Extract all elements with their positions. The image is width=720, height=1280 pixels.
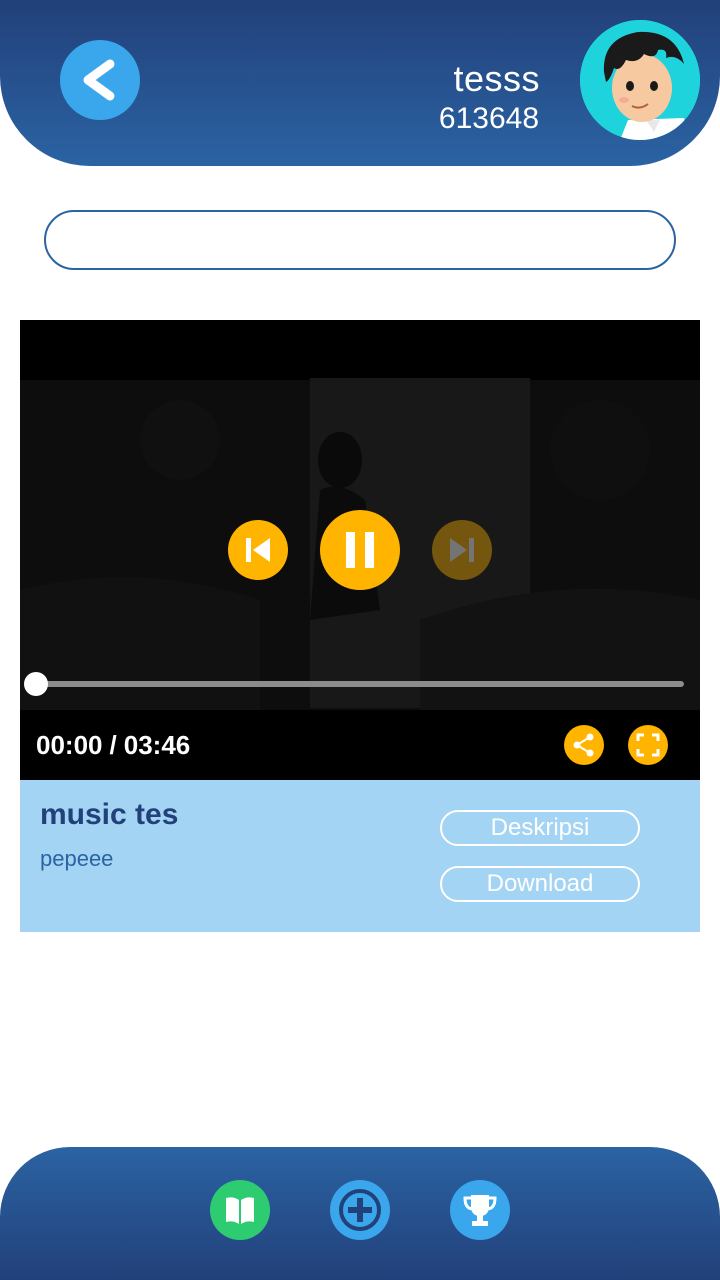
download-button[interactable]: Download: [440, 866, 640, 902]
media-player[interactable]: 00:00/03:46: [20, 320, 700, 780]
bottom-nav: [0, 1147, 720, 1280]
track-info-panel: music tes pepeee Deskripsi Download: [20, 780, 700, 932]
track-title: music tes: [40, 798, 179, 831]
fullscreen-icon: [636, 733, 660, 757]
description-button[interactable]: Deskripsi: [440, 810, 640, 846]
trophy-icon: [463, 1195, 497, 1226]
share-icon: [573, 733, 594, 757]
top-header: tesss 613648: [0, 0, 720, 166]
back-button[interactable]: [60, 40, 140, 120]
fullscreen-button[interactable]: [628, 725, 668, 765]
time-separator: /: [109, 730, 117, 760]
previous-button[interactable]: [228, 520, 288, 580]
nav-add-button[interactable]: [330, 1180, 390, 1240]
search-input[interactable]: [44, 210, 676, 270]
current-time: 00:00: [36, 730, 103, 760]
seek-bar[interactable]: [24, 672, 684, 696]
avatar[interactable]: [580, 20, 700, 140]
skip-next-icon: [450, 538, 474, 562]
book-icon: [226, 1197, 254, 1224]
pause-icon: [346, 532, 374, 568]
username: tesss: [453, 58, 540, 99]
share-button[interactable]: [564, 725, 604, 765]
nav-book-button[interactable]: [210, 1180, 270, 1240]
cartoon-boy-avatar-icon: [580, 20, 700, 140]
seek-handle[interactable]: [24, 672, 48, 696]
next-button[interactable]: [432, 520, 492, 580]
add-circle-icon: [339, 1189, 381, 1231]
duration: 03:46: [123, 730, 191, 760]
pause-button[interactable]: [320, 510, 400, 590]
nav-trophy-button[interactable]: [450, 1180, 510, 1240]
playback-time: 00:00/03:46: [36, 730, 190, 761]
track-artist: pepeee: [40, 846, 114, 871]
user-id: 613648: [438, 102, 539, 135]
back-arrow-icon: [83, 59, 115, 101]
skip-previous-icon: [246, 538, 270, 562]
